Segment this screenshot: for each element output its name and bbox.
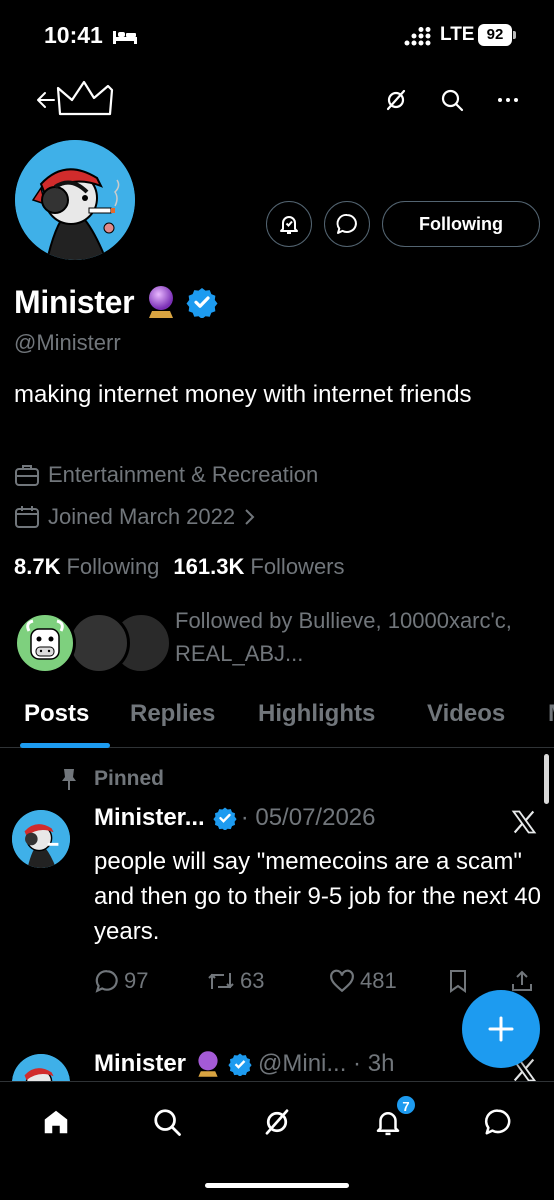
crystal-ball-icon [198, 1051, 218, 1077]
share-button[interactable] [510, 968, 538, 994]
signal-icon [404, 27, 431, 46]
avatar-illustration [12, 1054, 70, 1081]
compose-button[interactable] [462, 990, 540, 1068]
profile-tabs: Posts Replies Highlights Videos M [0, 696, 554, 748]
grok-icon [386, 89, 406, 111]
bull-icon [26, 619, 64, 660]
like-button[interactable]: 481 [328, 968, 397, 994]
category-label: Entertainment & Recreation [48, 462, 319, 487]
follower-avatar-1 [14, 612, 76, 674]
tab-replies[interactable]: Replies [130, 700, 215, 728]
pinned-label: Pinned [94, 767, 165, 790]
repost-icon [208, 973, 234, 989]
tweet-text: people will say "memecoins are a scam" a… [94, 848, 541, 945]
nav-grok[interactable] [255, 1100, 299, 1144]
bell-plus-icon [280, 216, 298, 234]
profile-stats: 8.7K Following 161.3K Followers [14, 554, 359, 580]
battery-level: 92 [478, 24, 516, 46]
bed-icon [113, 31, 137, 44]
more-icon [498, 98, 518, 102]
following-stat[interactable]: 8.7K Following [14, 554, 159, 580]
heart-icon [330, 969, 354, 993]
followers-count: 161.3K [173, 554, 245, 579]
network-type: LTE [440, 24, 475, 45]
avatar-illustration [15, 140, 135, 260]
verified-badge-icon [213, 807, 237, 830]
like-count: 481 [360, 968, 397, 993]
tweet-author-name[interactable]: Minister... [94, 804, 205, 832]
reply-icon [95, 970, 118, 993]
tweet-avatar[interactable] [12, 1054, 70, 1081]
profile-category: Entertainment & Recreation [14, 462, 318, 488]
tweet-header: Minister... · 05/07/2026 [94, 804, 375, 832]
verified-badge-icon [186, 288, 218, 318]
home-icon [44, 1110, 68, 1134]
profile-name-row: Minister [14, 280, 218, 324]
bookmark-icon [450, 970, 466, 993]
avatar-illustration [12, 810, 70, 868]
scrollbar[interactable] [544, 754, 549, 804]
active-tab-indicator [20, 743, 110, 748]
reply-count: 97 [124, 968, 149, 993]
grok-button[interactable] [376, 80, 416, 120]
bookmark-button[interactable] [446, 968, 474, 994]
tab-overflow[interactable]: M [548, 700, 554, 728]
message-button[interactable] [324, 201, 370, 247]
followed-by-text[interactable]: Followed by Bullieve, 10000xarc'c, REAL_… [175, 604, 535, 670]
x-logo-icon [511, 810, 537, 834]
status-time: 10:41 [44, 22, 103, 48]
messages-icon [484, 1109, 511, 1135]
tweet-actions: 97 63 481 [94, 968, 534, 1004]
following-label: Following [66, 554, 160, 579]
tweet-header: Minister @Mini... · 3h [94, 1050, 394, 1078]
tab-videos[interactable]: Videos [427, 700, 505, 728]
reply-button[interactable]: 97 [94, 968, 148, 994]
follower-avatar-2 [68, 612, 130, 674]
joined-label: Joined March 2022 [48, 504, 236, 529]
followed-by-avatars[interactable] [14, 612, 172, 674]
notify-button[interactable] [266, 201, 312, 247]
tweet-date: · 05/07/2026 [240, 804, 376, 831]
status-bar: 10:41 LTE 92 [0, 0, 554, 70]
profile-top-nav [0, 70, 554, 130]
crown-icon [56, 80, 114, 116]
grok-icon [265, 1109, 289, 1135]
profile-handle: @Ministerr [14, 330, 121, 355]
tab-highlights[interactable]: Highlights [258, 700, 375, 728]
search-icon [154, 1109, 181, 1136]
share-icon [512, 970, 532, 991]
crystal-ball-icon [149, 286, 174, 318]
tweet-handle-time: @Mini... · 3h [258, 1050, 395, 1077]
message-icon [336, 213, 357, 234]
pin-icon [62, 769, 76, 790]
followers-label: Followers [250, 554, 345, 579]
tweet-author-name[interactable]: Minister [94, 1050, 186, 1078]
followers-stat[interactable]: 161.3K Followers [173, 554, 344, 580]
display-name: Minister [14, 283, 135, 320]
nav-messages[interactable] [476, 1100, 520, 1144]
home-indicator[interactable] [205, 1183, 349, 1188]
nav-search[interactable] [145, 1100, 189, 1144]
search-button[interactable] [432, 80, 472, 120]
tab-posts[interactable]: Posts [24, 700, 89, 728]
pinned-label-row: Pinned [60, 767, 164, 791]
calendar-icon [15, 506, 39, 528]
more-button[interactable] [488, 80, 528, 120]
chevron-right-icon [245, 509, 255, 525]
repost-button[interactable]: 63 [206, 968, 264, 994]
following-button[interactable]: Following [382, 201, 540, 247]
notification-badge: 7 [395, 1094, 417, 1116]
nav-home[interactable] [34, 1100, 78, 1144]
tweet-avatar[interactable] [12, 810, 70, 868]
repost-count: 63 [240, 968, 265, 993]
search-icon [441, 89, 464, 112]
verified-badge-icon [228, 1053, 252, 1076]
profile-joined[interactable]: Joined March 2022 [14, 504, 263, 530]
briefcase-icon [15, 465, 39, 486]
following-count: 8.7K [14, 554, 61, 579]
profile-bio: making internet money with internet frie… [14, 381, 472, 408]
plus-icon [488, 1016, 514, 1042]
profile-avatar[interactable] [12, 137, 138, 263]
